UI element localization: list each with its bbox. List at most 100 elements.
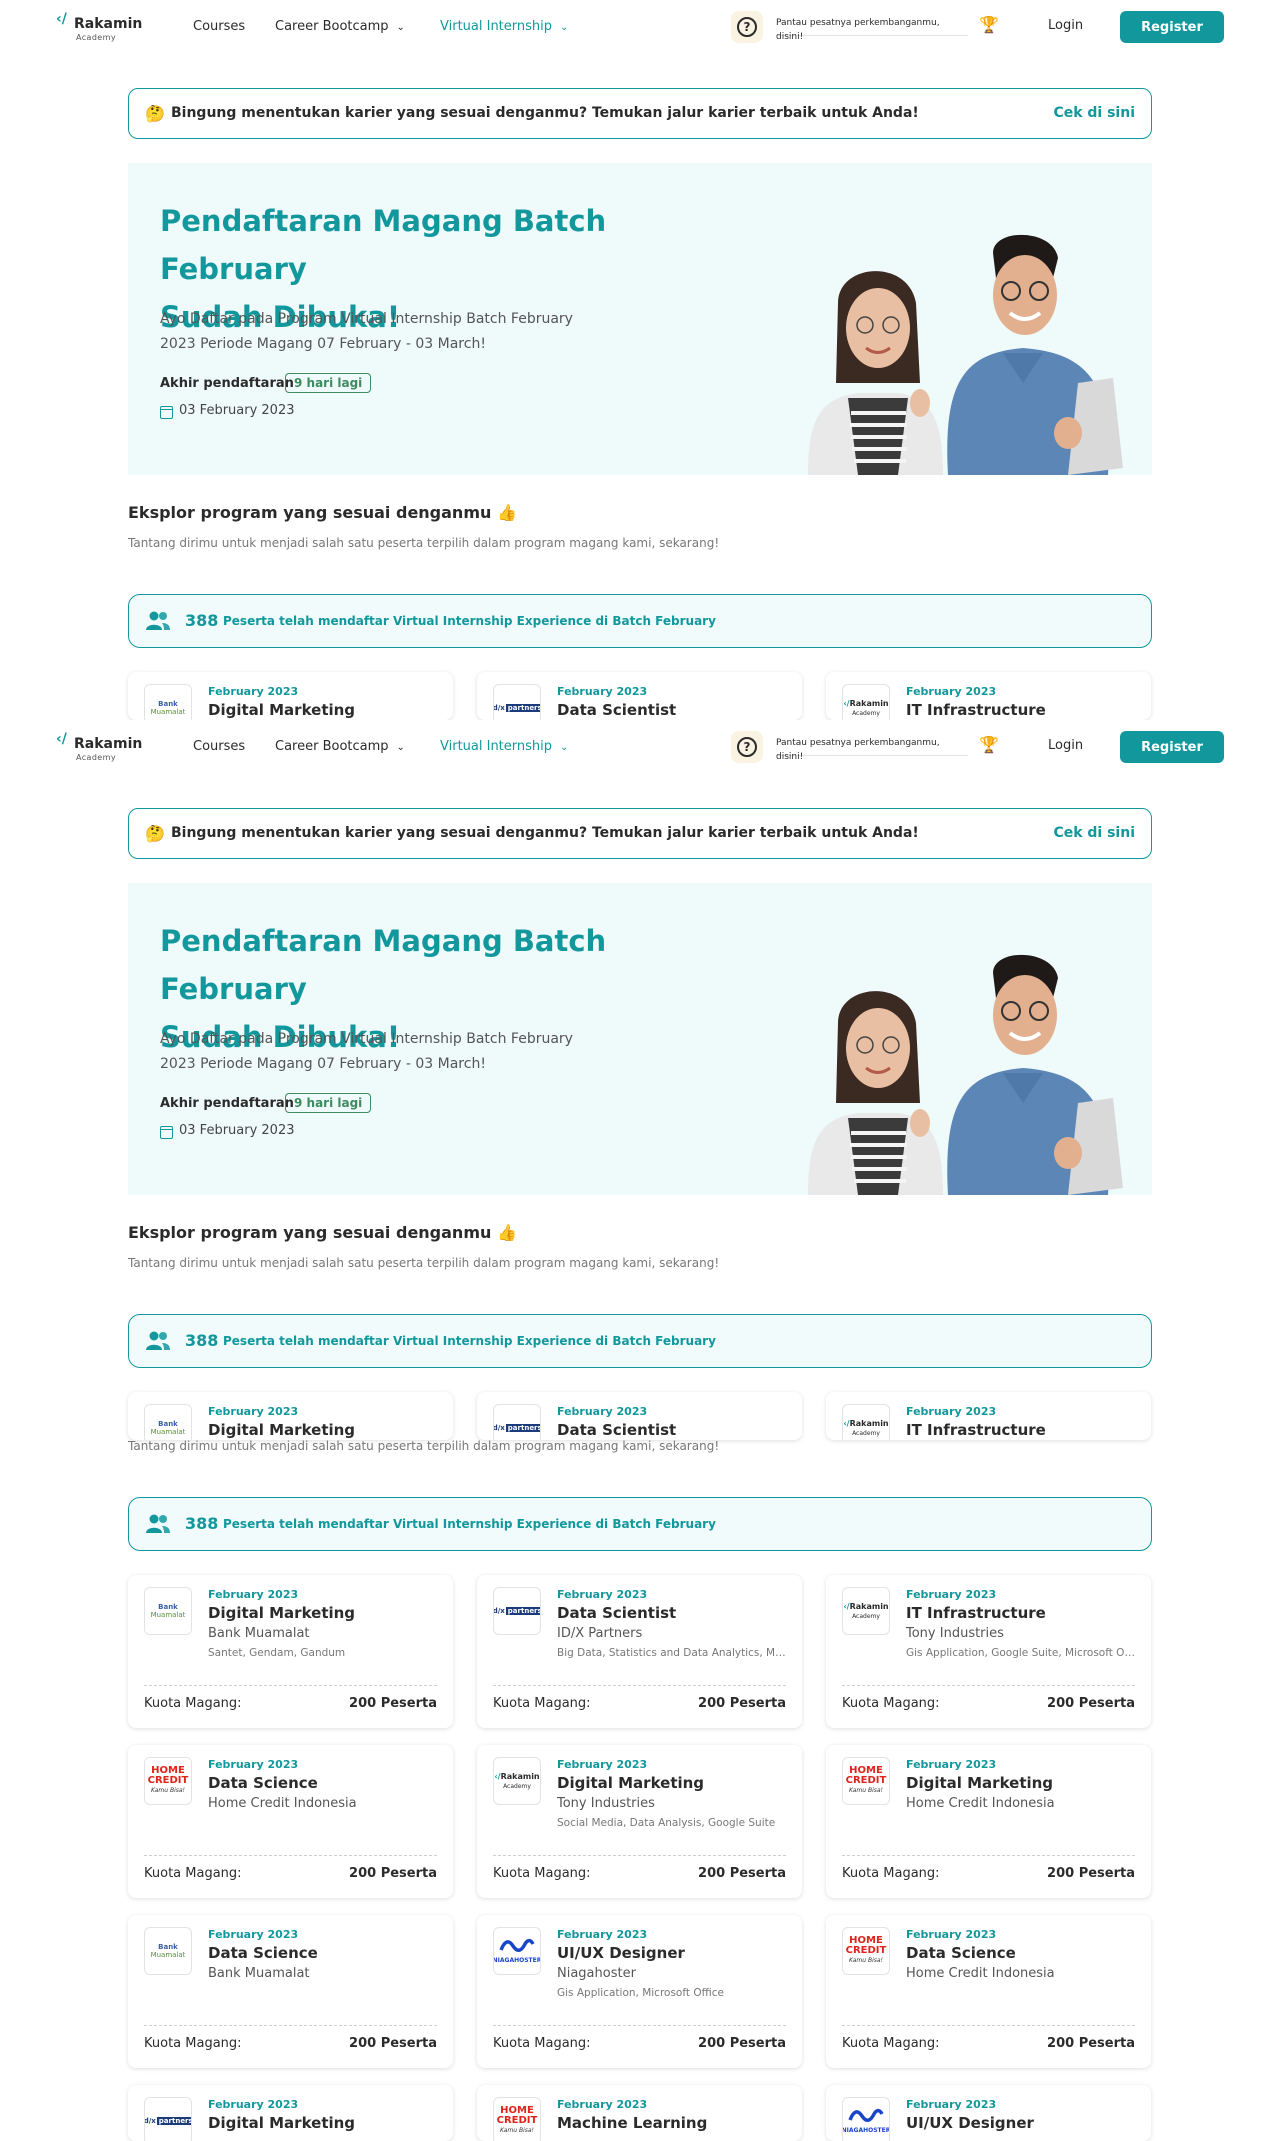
participants-banner: 388 Peserta telah mendaftar Virtual Inte…	[128, 1497, 1152, 1551]
participant-label: Peserta telah mendaftar Virtual Internsh…	[223, 614, 716, 628]
progress-tracker-text[interactable]: Pantau pesatnya perkembanganmu, disini!	[776, 736, 968, 762]
card-role: Data Science	[906, 1944, 1016, 1962]
niagahoster-logo: NIAGAHOSTER	[843, 2108, 889, 2135]
internship-card[interactable]: id/xpartners February 2023 Digital Marketi…	[128, 2085, 453, 2141]
card-role: Data Science	[208, 1944, 318, 1962]
internship-card[interactable]: HOME CREDIT Kamu Bisa! February 2023 Machine…	[477, 2085, 802, 2141]
internship-card[interactable]: HOME CREDIT Kamu Bisa! February 2023 Data Sc…	[826, 1915, 1151, 2068]
card-divider	[493, 1685, 786, 1686]
nav-virtual-internship-label: Virtual Internship	[440, 19, 553, 34]
hero-desc-line2: 2023 Periode Magang 07 February - 03 Mar…	[160, 336, 486, 352]
internship-card[interactable]: ‹/Rakamin Academy February 2023 IT Infrastr…	[826, 1575, 1151, 1728]
internship-card[interactable]: id/xpartnersFebruary 2023Data ScientistI…	[477, 672, 802, 720]
career-banner: 🤔 Bingung menentukan karier yang sesuai …	[128, 808, 1152, 859]
hero-description: Ayo Daftar pada Program Virtual Internsh…	[160, 1027, 610, 1077]
home-credit-logo: HOME CREDIT Kamu Bisa!	[496, 2105, 538, 2135]
company-logo: ‹/Rakamin Academy	[842, 684, 890, 720]
nav-career-bootcamp-label: Career Bootcamp	[275, 19, 389, 34]
card-company: Bank Muamalat	[208, 1966, 310, 1981]
hero-title-line1: Pendaftaran Magang Batch February	[160, 204, 607, 286]
idx-partners-logo: id/xpartners	[145, 2117, 191, 2125]
rakamin-logo[interactable]: ‹/ Rakamin Academy	[56, 11, 152, 43]
internship-card[interactable]: Bank Muamalat February 2023 Digital Market…	[128, 1392, 453, 1440]
card-divider	[842, 1685, 1135, 1686]
internship-card[interactable]: ‹/Rakamin Academy February 2023 Digital Mar…	[477, 1745, 802, 1898]
internship-card[interactable]: NIAGAHOSTER February 2023 UI/UX Designer Ni…	[477, 1915, 802, 2068]
rakamin-logo: ‹/Rakamin Academy	[843, 1418, 889, 1437]
nav-virtual-internship[interactable]: Virtual Internship ⌄	[440, 738, 568, 756]
card-period: February 2023	[208, 685, 299, 698]
home-credit-logo: HOME CREDIT Kamu Bisa!	[147, 1765, 189, 1795]
internship-card[interactable]: Bank Muamalat February 2023 Data Science Ba…	[128, 1915, 453, 2068]
internship-card[interactable]: Bank Muamalat February 2023 Digital Market…	[128, 1575, 453, 1728]
explore-title-text: Eksplor program yang sesuai denganmu	[128, 1223, 492, 1242]
quota-label: Kuota Magang:	[493, 1866, 591, 1881]
internship-card[interactable]: NIAGAHOSTERFebruary 2023UI/UX DesignerKu…	[826, 2085, 1151, 2141]
idx-partners-logo: id/xpartners	[494, 1424, 540, 1432]
bank-muamalat-logo: Bank Muamalat	[150, 1943, 186, 1959]
internship-card[interactable]: id/xpartnersFebruary 2023Data ScientistI…	[477, 1575, 802, 1728]
card-period: February 2023	[557, 1405, 648, 1418]
trophy-icon[interactable]: 🏆	[979, 735, 999, 754]
card-divider	[842, 2025, 1135, 2026]
card-role: Digital Marketing	[208, 701, 356, 719]
internship-card[interactable]: HOME CREDIT Kamu Bisa! February 2023 Digital…	[826, 1745, 1151, 1898]
nav-career-bootcamp[interactable]: Career Bootcamp ⌄	[275, 738, 405, 756]
internship-card[interactable]: ‹/Rakamin Academy February 2023 IT Infrastr…	[826, 672, 1151, 720]
card-divider	[144, 1855, 437, 1856]
internship-card[interactable]: HOME CREDIT Kamu Bisa! February 2023 Data Sc…	[128, 1745, 453, 1898]
card-role: Data Scientist	[557, 1421, 677, 1439]
explore-subtitle: Tantang dirimu untuk menjadi salah satu …	[128, 1439, 720, 1453]
internship-card[interactable]: ‹/Rakamin Academy February 2023 IT Infrastr…	[826, 1392, 1151, 1440]
hero-desc-line1: Ayo Daftar pada Program Virtual Internsh…	[160, 311, 573, 327]
card-period: February 2023	[208, 2098, 299, 2111]
bank-muamalat-logo: Bank Muamalat	[150, 1603, 186, 1619]
students-illustration	[808, 954, 1123, 1195]
card-company: Home Credit Indonesia	[906, 1966, 1055, 1981]
card-role: Digital Marketing	[208, 2114, 356, 2132]
hero-description: Ayo Daftar pada Program Virtual Internsh…	[160, 307, 610, 357]
idx-partners-logo: id/xpartners	[494, 704, 540, 712]
card-period: February 2023	[906, 1405, 997, 1418]
card-role: UI/UX Designer	[557, 1944, 685, 1962]
company-logo: id/xpartners	[493, 1404, 541, 1440]
help-button[interactable]: ?	[731, 11, 763, 43]
register-button[interactable]: Register	[1120, 11, 1224, 43]
nav-courses[interactable]: Courses	[193, 738, 245, 756]
logo-name: Rakamin	[74, 16, 143, 32]
explore-title: Eksplor program yang sesuai denganmu 👍	[128, 503, 517, 522]
login-button[interactable]: Login	[1048, 18, 1083, 33]
card-company: Home Credit Indonesia	[208, 1796, 357, 1811]
logo-sub: Academy	[76, 753, 116, 762]
card-divider	[144, 1685, 437, 1686]
quota-value: 200 Peserta	[349, 1696, 437, 1711]
nav-virtual-internship[interactable]: Virtual Internship ⌄	[440, 18, 568, 36]
navbar: ‹/ Rakamin Academy Courses Career Bootca…	[0, 0, 1280, 54]
career-check-link[interactable]: Cek di sini	[1053, 825, 1135, 841]
progress-tracker-text[interactable]: Pantau pesatnya perkembanganmu, disini!	[776, 16, 968, 42]
card-period: February 2023	[906, 1928, 997, 1941]
trophy-icon[interactable]: 🏆	[979, 15, 999, 34]
card-period: February 2023	[208, 1588, 299, 1601]
rakamin-logo: ‹/Rakamin Academy	[843, 698, 889, 717]
career-check-link[interactable]: Cek di sini	[1053, 105, 1135, 121]
days-left-badge: 9 hari lagi	[285, 373, 372, 393]
company-logo: ‹/Rakamin Academy	[842, 1587, 890, 1635]
register-button[interactable]: Register	[1120, 731, 1224, 763]
rakamin-logo[interactable]: ‹/ Rakamin Academy	[56, 731, 152, 763]
help-button[interactable]: ?	[731, 731, 763, 763]
card-company: Tony Industries	[906, 1626, 1004, 1641]
internship-card[interactable]: Bank Muamalat February 2023 Digital Market…	[128, 672, 453, 720]
explore-subtitle: Tantang dirimu untuk menjadi salah satu …	[128, 1256, 720, 1270]
career-banner-text: Bingung menentukan karier yang sesuai de…	[171, 105, 919, 121]
card-company: Bank Muamalat	[208, 1626, 310, 1641]
nav-career-bootcamp[interactable]: Career Bootcamp ⌄	[275, 18, 405, 36]
quota-value: 200 Peserta	[349, 1866, 437, 1881]
login-button[interactable]: Login	[1048, 738, 1083, 753]
internship-card[interactable]: id/xpartnersFebruary 2023Data ScientistI…	[477, 1392, 802, 1440]
participant-label: Peserta telah mendaftar Virtual Internsh…	[223, 1334, 716, 1348]
card-divider	[493, 1855, 786, 1856]
nav-courses[interactable]: Courses	[193, 18, 245, 36]
quota-label: Kuota Magang:	[842, 2036, 940, 2051]
rakamin-logo: ‹/Rakamin Academy	[494, 1771, 540, 1790]
